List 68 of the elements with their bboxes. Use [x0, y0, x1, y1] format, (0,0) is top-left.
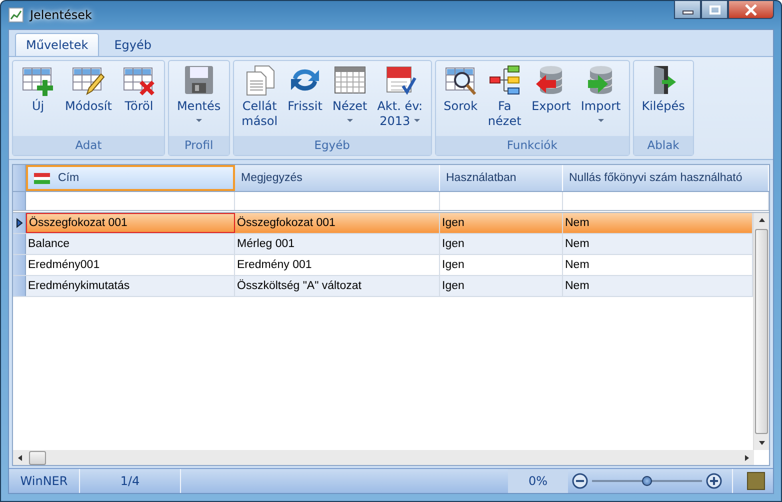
- vertical-scrollbar[interactable]: [753, 213, 769, 450]
- ribbon-button[interactable]: Mentés: [172, 61, 225, 136]
- table-cell: Igen: [440, 276, 563, 296]
- maximize-button[interactable]: [701, 0, 728, 19]
- status-record-count: 1/4: [80, 469, 181, 493]
- table-cell: Igen: [440, 213, 563, 233]
- group-label: Funkciók: [436, 136, 629, 155]
- row-header-cell[interactable]: [13, 276, 26, 296]
- ribbon-button[interactable]: Sorok: [440, 61, 482, 136]
- resize-grip-icon: [747, 472, 765, 490]
- ribbon-button[interactable]: Módosít: [61, 61, 116, 136]
- row-header-cell[interactable]: [13, 234, 26, 254]
- table-row[interactable]: Összegfokozat 001 Összegfokozat 001 Igen Nem: [13, 213, 753, 234]
- table-cell: Összegfokozat 001: [26, 213, 235, 233]
- ribbon-button[interactable]: Cellát másol: [238, 61, 282, 136]
- zoom-in-icon[interactable]: [706, 473, 722, 489]
- ribbon-button[interactable]: Nézet: [328, 61, 372, 136]
- app-icon: [8, 7, 24, 23]
- ribbon-button[interactable]: Fa nézet: [484, 61, 526, 136]
- ribbon-button[interactable]: Kilépés: [638, 61, 689, 136]
- scroll-thumb[interactable]: [755, 229, 768, 434]
- zoom-slider[interactable]: [592, 475, 702, 487]
- column-header[interactable]: Megjegyzés: [235, 165, 440, 191]
- flag-icon: [34, 172, 50, 184]
- table-cell: Eredménykimutatás: [26, 276, 235, 296]
- grid-icon: [332, 64, 367, 96]
- ribbon-button[interactable]: Töröl: [118, 61, 160, 136]
- group-label: Egyéb: [234, 136, 431, 155]
- table-row[interactable]: Balance Mérleg 001 Igen Nem: [13, 234, 753, 255]
- ribbon-button[interactable]: Új: [17, 61, 59, 136]
- close-icon: [744, 4, 758, 16]
- ribbon-button[interactable]: Frissit: [284, 61, 326, 136]
- ribbon-tab[interactable]: Műveletek: [15, 33, 100, 56]
- group-label: Ablak: [634, 136, 693, 155]
- table-cell: Összegfokozat 001: [235, 213, 440, 233]
- window-title: Jelentések: [30, 8, 92, 22]
- group-label: Profil: [168, 136, 229, 155]
- horizontal-scrollbar[interactable]: [13, 450, 754, 465]
- current-row-icon: [16, 218, 22, 228]
- table-cell: Igen: [440, 255, 563, 275]
- row-header-cell[interactable]: [13, 255, 26, 275]
- table-cell: Eredmény001: [26, 255, 235, 275]
- row-header-cell[interactable]: [13, 213, 26, 233]
- zoom-out-icon[interactable]: [572, 473, 588, 489]
- table-cell: Igen: [440, 234, 563, 254]
- scroll-down-icon: [758, 440, 766, 446]
- ribbon-tab[interactable]: Egyéb: [103, 33, 163, 56]
- group-label: Adat: [13, 136, 164, 155]
- table-cell: Eredmény 001: [235, 255, 440, 275]
- close-button[interactable]: [728, 0, 774, 19]
- maximize-icon: [708, 4, 720, 14]
- table-cell: Mérleg 001: [235, 234, 440, 254]
- column-header[interactable]: Cím: [26, 165, 235, 191]
- minimize-button[interactable]: [674, 0, 701, 19]
- table-cell: Összköltség "A" változat: [235, 276, 440, 296]
- ribbon-button[interactable]: Export: [528, 61, 575, 136]
- table-cell: Balance: [26, 234, 235, 254]
- table-row[interactable]: Eredménykimutatás Összköltség "A" változat Igen Nem: [13, 276, 753, 297]
- column-header[interactable]: Használatban: [440, 165, 563, 191]
- status-app-name: WinNER: [9, 469, 80, 493]
- tree-icon: [488, 64, 522, 96]
- scroll-thumb[interactable]: [29, 450, 46, 464]
- ribbon-button[interactable]: Import: [576, 61, 625, 136]
- ribbon-button[interactable]: Akt. év: 2013: [373, 61, 427, 136]
- scroll-right-icon: [744, 454, 750, 462]
- scroll-left-icon: [17, 454, 23, 462]
- column-header[interactable]: Nullás főkönyvi szám használható: [563, 165, 769, 191]
- scroll-up-icon: [758, 217, 766, 223]
